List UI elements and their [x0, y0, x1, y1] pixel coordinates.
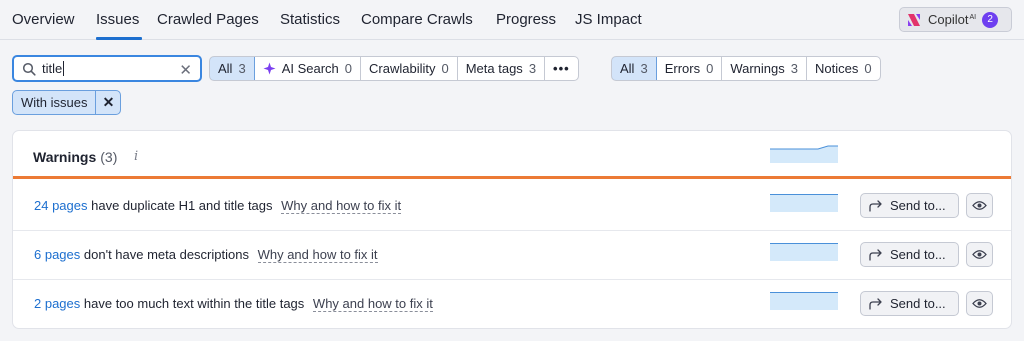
warnings-panel: Warnings (3) i 24 pages have duplicate H1… — [12, 130, 1012, 329]
tab-statistics[interactable]: Statistics — [280, 11, 340, 28]
eye-icon[interactable] — [966, 242, 993, 267]
type-all-count: 3 — [640, 61, 648, 76]
issue-description: have too much text within the title tags — [83, 296, 305, 311]
copilot-badge: 2 — [982, 11, 999, 28]
send-to-button[interactable]: Send to... — [860, 291, 959, 316]
issue-pages-link[interactable]: 6 pages — [34, 247, 80, 262]
category-crawlability-count: 0 — [441, 61, 449, 76]
search-value: title — [42, 61, 63, 76]
send-to-label: Send to... — [890, 296, 946, 311]
send-to-button[interactable]: Send to... — [860, 193, 959, 218]
issue-row: 24 pages have duplicate H1 and title tag… — [13, 182, 1011, 231]
type-warnings-label: Warnings — [730, 61, 785, 76]
panel-count: (3) — [100, 149, 118, 165]
issue-trend-sparkline — [770, 292, 838, 310]
issue-type-filter: All 3 Errors 0 Warnings 3 Notices 0 — [611, 56, 881, 81]
tab-overview[interactable]: Overview — [12, 11, 75, 28]
close-icon[interactable]: ✕ — [179, 61, 192, 79]
more-categories-button[interactable]: ••• — [545, 57, 578, 80]
category-ai-search-label: AI Search — [281, 61, 339, 76]
more-icon: ••• — [553, 61, 570, 76]
header-trend-sparkline — [770, 145, 838, 163]
panel-header: Warnings (3) i — [13, 131, 1011, 179]
category-ai-search[interactable]: AI Search 0 — [255, 57, 362, 80]
category-all-count: 3 — [238, 61, 246, 76]
tab-js-impact[interactable]: JS Impact — [575, 11, 642, 28]
tab-crawled-pages[interactable]: Crawled Pages — [157, 11, 259, 28]
issue-description: have duplicate H1 and title tags — [91, 198, 273, 213]
copilot-label: Copilot — [928, 12, 969, 27]
close-icon[interactable]: ✕ — [96, 91, 120, 114]
top-navigation: Overview Issues Crawled Pages Statistics… — [0, 0, 1024, 40]
text-caret — [63, 61, 65, 76]
category-all[interactable]: All 3 — [209, 57, 255, 80]
category-all-label: All — [218, 61, 233, 76]
search-input[interactable]: title ✕ — [12, 55, 202, 82]
issue-row: 2 pages have too much text within the ti… — [13, 280, 1011, 328]
share-arrow-icon — [869, 248, 882, 261]
panel-title-text: Warnings — [33, 149, 97, 165]
panel-title: Warnings (3) — [33, 149, 117, 165]
category-crawlability[interactable]: Crawlability 0 — [361, 57, 458, 80]
type-all[interactable]: All 3 — [611, 57, 657, 80]
tab-compare-crawls[interactable]: Compare Crawls — [361, 11, 473, 28]
copilot-button[interactable]: Copilot AI 2 — [899, 7, 1012, 32]
why-and-how-link[interactable]: Why and how to fix it — [281, 198, 402, 214]
copilot-logo-icon — [907, 13, 921, 27]
share-arrow-icon — [869, 297, 882, 310]
type-notices[interactable]: Notices 0 — [807, 57, 880, 80]
issue-trend-sparkline — [770, 194, 838, 212]
send-to-label: Send to... — [890, 198, 946, 213]
copilot-ai-sup: AI — [969, 14, 977, 21]
issue-trend-sparkline — [770, 243, 838, 261]
issue-row: 6 pages don't have meta descriptions Why… — [13, 231, 1011, 280]
eye-icon[interactable] — [966, 291, 993, 316]
search-icon — [22, 62, 36, 76]
type-warnings-count: 3 — [790, 61, 798, 76]
category-ai-search-count: 0 — [344, 61, 353, 76]
tab-progress[interactable]: Progress — [496, 11, 556, 28]
issue-text: 2 pages have too much text within the ti… — [34, 296, 433, 312]
type-notices-count: 0 — [864, 61, 872, 76]
why-and-how-link[interactable]: Why and how to fix it — [312, 296, 433, 312]
eye-icon[interactable] — [966, 193, 993, 218]
issue-text: 6 pages don't have meta descriptions Why… — [34, 247, 378, 263]
type-notices-label: Notices — [814, 61, 859, 76]
type-all-label: All — [620, 61, 635, 76]
active-filter-label: With issues — [13, 91, 97, 114]
category-meta-tags-count: 3 — [528, 61, 537, 76]
active-filter-chip: With issues ✕ — [12, 90, 122, 115]
category-crawlability-label: Crawlability — [369, 61, 436, 76]
tab-issues[interactable]: Issues — [96, 11, 139, 28]
category-meta-tags-label: Meta tags — [465, 61, 523, 76]
category-filter: All 3 AI Search 0 Crawlability 0 Meta tags 3… — [209, 56, 579, 81]
issue-pages-link[interactable]: 24 pages — [34, 198, 88, 213]
type-warnings[interactable]: Warnings 3 — [722, 57, 807, 80]
type-errors[interactable]: Errors 0 — [657, 57, 723, 80]
category-meta-tags[interactable]: Meta tags 3 — [458, 57, 546, 80]
info-icon[interactable]: i — [134, 149, 138, 164]
issue-text: 24 pages have duplicate H1 and title tag… — [34, 198, 402, 214]
sparkle-icon — [263, 62, 276, 75]
issue-pages-link[interactable]: 2 pages — [34, 296, 80, 311]
type-errors-label: Errors — [664, 61, 701, 76]
why-and-how-link[interactable]: Why and how to fix it — [257, 247, 378, 263]
active-tab-indicator — [96, 37, 142, 40]
share-arrow-icon — [869, 199, 882, 212]
issue-description: don't have meta descriptions — [83, 247, 249, 262]
send-to-button[interactable]: Send to... — [860, 242, 959, 267]
send-to-label: Send to... — [890, 247, 946, 262]
type-errors-count: 0 — [706, 61, 714, 76]
